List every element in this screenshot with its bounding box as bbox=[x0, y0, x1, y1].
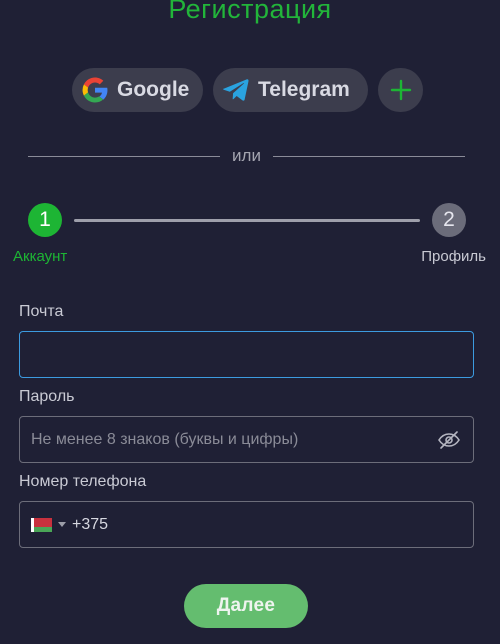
step-1-label: Аккаунт bbox=[13, 248, 68, 265]
phone-input[interactable] bbox=[72, 515, 462, 534]
country-dropdown-caret-icon[interactable] bbox=[58, 522, 66, 527]
email-input[interactable] bbox=[31, 345, 462, 364]
plus-icon bbox=[390, 79, 411, 101]
password-field-box bbox=[19, 416, 474, 463]
registration-stepper: 1 2 bbox=[28, 203, 466, 237]
step-1-circle[interactable]: 1 bbox=[28, 203, 62, 237]
divider-line-left bbox=[28, 155, 221, 157]
phone-label: Номер телефона bbox=[19, 473, 147, 490]
password-input[interactable] bbox=[31, 430, 436, 449]
google-icon bbox=[82, 77, 108, 103]
phone-field-box bbox=[19, 501, 474, 548]
telegram-login-button[interactable]: Telegram bbox=[213, 68, 368, 112]
email-label: Почта bbox=[19, 303, 64, 320]
divider-text: или bbox=[232, 146, 261, 165]
telegram-label: Telegram bbox=[258, 78, 350, 101]
telegram-icon bbox=[223, 77, 249, 103]
more-login-options-button[interactable] bbox=[378, 68, 423, 112]
email-field-box bbox=[19, 331, 474, 378]
step-2-circle[interactable]: 2 bbox=[432, 203, 466, 237]
belarus-flag-icon[interactable] bbox=[31, 517, 52, 532]
eye-off-icon[interactable] bbox=[436, 427, 462, 453]
stepper-progress-line bbox=[74, 219, 420, 222]
step-2-label: Профиль bbox=[421, 248, 486, 265]
next-button[interactable]: Далее bbox=[184, 584, 308, 628]
or-divider: или bbox=[28, 146, 466, 166]
social-login-row: Google Telegram bbox=[72, 68, 423, 112]
google-login-button[interactable]: Google bbox=[72, 68, 203, 112]
page-title: Регистрация bbox=[168, 0, 332, 24]
password-label: Пароль bbox=[19, 388, 75, 405]
google-label: Google bbox=[117, 78, 190, 101]
divider-line-right bbox=[272, 155, 466, 157]
